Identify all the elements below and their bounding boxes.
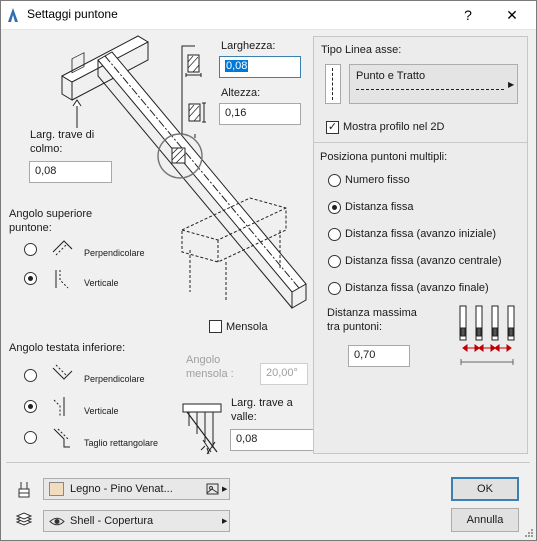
sup-verticale-radio[interactable]	[24, 272, 37, 285]
material-dropdown[interactable]: Legno - Pino Venat... ▶	[43, 478, 230, 500]
close-button[interactable]: ✕	[497, 4, 527, 26]
inf-verticale-icon	[53, 397, 65, 416]
sup-verticale-icon	[55, 270, 69, 289]
app-icon	[6, 7, 20, 23]
angolo-mensola-label: Angolo mensola :	[186, 354, 234, 380]
sup-perpendicolare-icon	[52, 240, 73, 256]
larg-trave-valle-label: Larg. trave a valle:	[231, 397, 293, 423]
eye-icon	[49, 517, 65, 526]
posiziona-label: Posiziona puntoni multipli:	[320, 151, 448, 163]
inf-verticale-radio[interactable]	[24, 400, 37, 413]
distanza-fissa-label: Distanza fissa	[345, 201, 414, 213]
distanza-centrale-label: Distanza fissa (avanzo centrale)	[345, 255, 502, 267]
panel-divider	[314, 142, 527, 143]
resize-grip-icon[interactable]	[524, 528, 534, 538]
material-swatch	[49, 482, 64, 496]
larg-trave-valle-input[interactable]: 0,08	[230, 429, 314, 451]
layers-icon	[16, 512, 32, 526]
sup-verticale-label: Verticale	[84, 278, 119, 288]
tipo-linea-value: Punto e Tratto	[356, 70, 426, 82]
numero-fisso-radio[interactable]	[328, 174, 341, 187]
line-type-preview	[325, 64, 341, 104]
altezza-input[interactable]: 0,16	[219, 103, 301, 125]
chevron-right-icon: ▶	[508, 80, 515, 89]
inf-taglio-icon	[53, 428, 70, 448]
picture-icon	[206, 483, 219, 495]
sup-perpendicolare-radio[interactable]	[24, 243, 37, 256]
brush-icon	[18, 482, 30, 498]
ok-button[interactable]: OK	[451, 477, 519, 501]
angolo-testata-label: Angolo testata inferiore:	[9, 342, 126, 354]
angolo-superiore-label: Angolo superiore puntone:	[9, 208, 93, 234]
sup-perpendicolare-label: Perpendicolare	[84, 248, 145, 258]
material-value: Legno - Pino Venat...	[70, 483, 173, 495]
numero-fisso-label: Numero fisso	[345, 174, 410, 186]
distanza-centrale-radio[interactable]	[328, 255, 341, 268]
inf-verticale-label: Verticale	[84, 406, 119, 416]
width-icon	[185, 54, 202, 77]
cancel-button[interactable]: Annulla	[451, 508, 519, 532]
larghezza-value: 0,08	[225, 60, 249, 72]
inf-perpendicolare-radio[interactable]	[24, 369, 37, 382]
chevron-right-icon: ▶	[222, 518, 228, 525]
inf-taglio-label: Taglio rettangolare	[84, 438, 159, 448]
distanza-massima-label: Distanza massima tra puntoni:	[327, 307, 417, 333]
valley-beam-icon	[182, 403, 222, 455]
window-title: Settaggi puntone	[27, 7, 118, 21]
distanza-iniziale-label: Distanza fissa (avanzo iniziale)	[345, 228, 497, 240]
altezza-label: Altezza:	[221, 87, 261, 99]
bottom-divider	[6, 462, 530, 463]
spacing-diagram-icon	[459, 305, 515, 365]
mostra-profilo-checkbox[interactable]: ✓	[326, 121, 339, 134]
tipo-linea-label: Tipo Linea asse:	[321, 44, 402, 56]
inf-perpendicolare-label: Perpendicolare	[84, 374, 145, 384]
distanza-finale-radio[interactable]	[328, 282, 341, 295]
distanza-massima-input[interactable]: 0,70	[348, 345, 410, 367]
dash-dot-sample	[356, 89, 504, 90]
mostra-profilo-label: Mostra profilo nel 2D	[343, 121, 445, 133]
larg-trave-colmo-input[interactable]: 0,08	[29, 161, 112, 183]
distanza-finale-label: Distanza fissa (avanzo finale)	[345, 282, 489, 294]
larg-trave-colmo-label: Larg. trave di colmo:	[30, 129, 95, 155]
larghezza-input[interactable]: 0,08	[219, 56, 301, 78]
height-icon	[188, 102, 206, 123]
larghezza-label: Larghezza:	[221, 40, 276, 52]
mensola-label: Mensola	[226, 321, 268, 333]
layer-dropdown[interactable]: Shell - Copertura ▶	[43, 510, 230, 532]
inf-taglio-radio[interactable]	[24, 431, 37, 444]
mensola-checkbox[interactable]	[209, 320, 222, 333]
layer-value: Shell - Copertura	[70, 515, 154, 527]
inf-perpendicolare-icon	[52, 364, 73, 380]
chevron-right-icon: ▶	[222, 486, 228, 493]
help-button[interactable]: ?	[453, 4, 483, 26]
distanza-fissa-radio[interactable]	[328, 201, 341, 214]
tipo-linea-dropdown[interactable]: Punto e Tratto ▶	[349, 64, 518, 104]
angolo-mensola-input[interactable]: 20,00°	[260, 363, 308, 385]
distanza-iniziale-radio[interactable]	[328, 228, 341, 241]
